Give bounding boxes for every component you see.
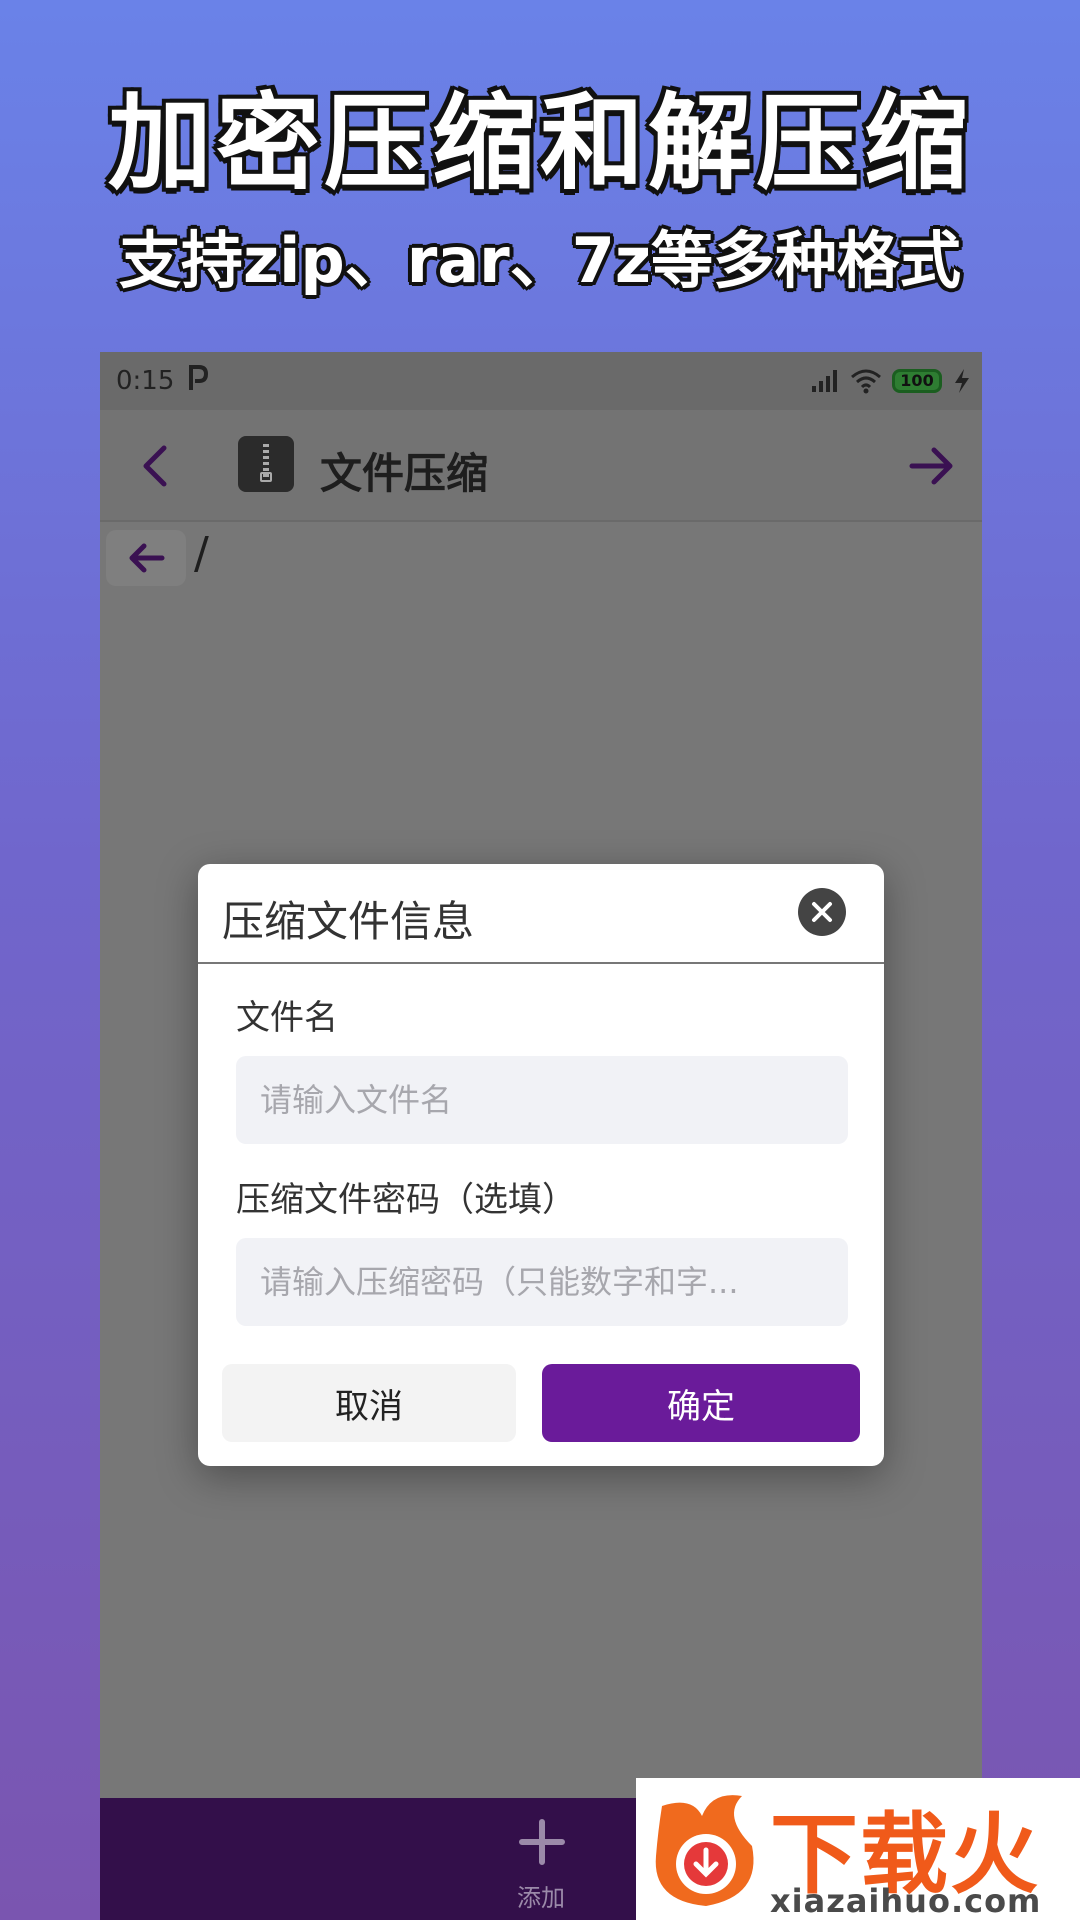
back-arrow-icon[interactable]: [130, 438, 186, 494]
watermark-url: xiazaihuo.com: [770, 1882, 1042, 1920]
zip-file-icon: [238, 436, 294, 492]
password-input[interactable]: [236, 1238, 848, 1326]
signal-icon: [812, 370, 837, 392]
dialog-title: 压缩文件信息: [222, 897, 475, 946]
compress-info-dialog: 压缩文件信息 文件名 压缩文件密码（选填） 取消 确定: [198, 864, 884, 1466]
current-path: /: [194, 528, 209, 579]
promo-subtitle: 支持zip、rar、7z等多种格式: [119, 224, 961, 297]
path-row: /: [100, 524, 982, 594]
charging-icon: [955, 369, 969, 393]
status-icons: 100: [810, 366, 972, 396]
cancel-button[interactable]: 取消: [222, 1364, 516, 1442]
status-time: 0:15: [116, 366, 175, 396]
forward-arrow-icon[interactable]: [904, 438, 960, 494]
wifi-icon: [851, 369, 881, 394]
dialog-divider: [198, 962, 884, 964]
file-name-label: 文件名: [236, 998, 338, 1038]
parking-notification-icon: [189, 365, 209, 390]
battery-icon: 100: [892, 369, 942, 393]
close-button[interactable]: [798, 888, 846, 936]
app-bar: 文件压缩: [100, 410, 982, 522]
file-name-input[interactable]: [236, 1056, 848, 1144]
page-title: 文件压缩: [320, 449, 489, 498]
parent-directory-button[interactable]: [106, 530, 186, 586]
status-bar: 0:15 100: [100, 352, 982, 410]
password-label: 压缩文件密码（选填）: [236, 1180, 576, 1220]
add-icon[interactable]: [518, 1818, 566, 1866]
confirm-button[interactable]: 确定: [542, 1364, 860, 1442]
promo-title: 加密压缩和解压缩: [105, 79, 972, 207]
flame-logo-icon: [655, 1795, 754, 1906]
close-icon: [812, 902, 832, 922]
left-arrow-icon: [129, 543, 165, 573]
watermark: 下载火 xiazaihuo.com: [636, 1778, 1080, 1920]
